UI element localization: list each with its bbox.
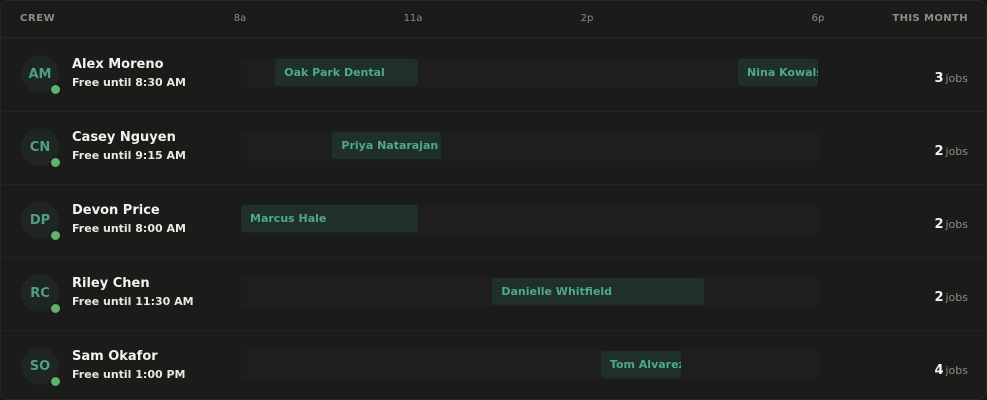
crew-row[interactable]: DP Devon Price Free until 8:00 AM Marcus Ha…	[1, 184, 986, 258]
job-block[interactable]: Danielle Whitfield	[492, 278, 704, 305]
schedule-track[interactable]: Danielle Whitfield	[241, 277, 818, 307]
crew-name: Devon Price	[72, 203, 160, 218]
crew-column-header: CREW	[20, 13, 56, 24]
monthly-job-count: 3 jobs	[934, 67, 968, 86]
job-count-unit: jobs	[945, 145, 969, 158]
schedule-header: CREW 8a 11a 2p 6p THIS MONTH	[1, 1, 986, 38]
availability-status: Free until 1:00 PM	[72, 368, 186, 381]
crew-name: Casey Nguyen	[72, 130, 176, 145]
time-tick-6p: 6p	[811, 13, 825, 24]
job-count-number: 2	[934, 217, 944, 232]
time-tick-2p: 2p	[580, 13, 594, 24]
schedule-track[interactable]: Tom Alvarez	[241, 350, 818, 380]
crew-schedule-panel: CREW 8a 11a 2p 6p THIS MONTH AM Alex More…	[0, 0, 987, 400]
monthly-job-count: 2 jobs	[934, 140, 968, 159]
job-count-number: 2	[934, 290, 944, 305]
job-count-number: 3	[934, 71, 944, 86]
crew-name: Alex Moreno	[72, 57, 164, 72]
online-status-dot	[50, 84, 61, 95]
availability-status: Free until 8:00 AM	[72, 222, 186, 235]
schedule-track[interactable]: Oak Park Dental Nina Kowalski	[241, 58, 818, 88]
crew-row[interactable]: SO Sam Okafor Free until 1:00 PM Tom Alvare…	[1, 330, 986, 399]
crew-row[interactable]: RC Riley Chen Free until 11:30 AM Danielle …	[1, 257, 986, 331]
job-block[interactable]: Priya Natarajan	[332, 132, 441, 159]
job-count-number: 4	[934, 363, 944, 378]
crew-row[interactable]: CN Casey Nguyen Free until 9:15 AM Priya Na…	[1, 111, 986, 185]
monthly-job-count: 2 jobs	[934, 213, 968, 232]
online-status-dot	[50, 230, 61, 241]
job-count-unit: jobs	[945, 291, 969, 304]
monthly-job-count: 4 jobs	[934, 359, 968, 378]
schedule-track[interactable]: Priya Natarajan	[241, 131, 818, 161]
this-month-column-header: THIS MONTH	[892, 13, 968, 24]
availability-status: Free until 11:30 AM	[72, 295, 194, 308]
job-count-unit: jobs	[945, 218, 969, 231]
job-block[interactable]: Marcus Hale	[241, 205, 419, 232]
schedule-track[interactable]: Marcus Hale	[241, 204, 818, 234]
job-block[interactable]: Nina Kowalski	[738, 59, 818, 86]
crew-row[interactable]: AM Alex Moreno Free until 8:30 AM Oak Park …	[1, 38, 986, 112]
monthly-job-count: 2 jobs	[934, 286, 968, 305]
crew-name: Sam Okafor	[72, 349, 158, 364]
job-count-unit: jobs	[945, 364, 969, 377]
online-status-dot	[50, 303, 61, 314]
job-count-unit: jobs	[945, 72, 969, 85]
online-status-dot	[50, 157, 61, 168]
time-tick-11a: 11a	[403, 13, 423, 24]
job-block[interactable]: Oak Park Dental	[275, 59, 419, 86]
time-tick-8a: 8a	[233, 13, 247, 24]
availability-status: Free until 8:30 AM	[72, 76, 186, 89]
online-status-dot	[50, 376, 61, 387]
crew-name: Riley Chen	[72, 276, 150, 291]
job-count-number: 2	[934, 144, 944, 159]
job-block[interactable]: Tom Alvarez	[600, 351, 681, 378]
availability-status: Free until 9:15 AM	[72, 149, 186, 162]
